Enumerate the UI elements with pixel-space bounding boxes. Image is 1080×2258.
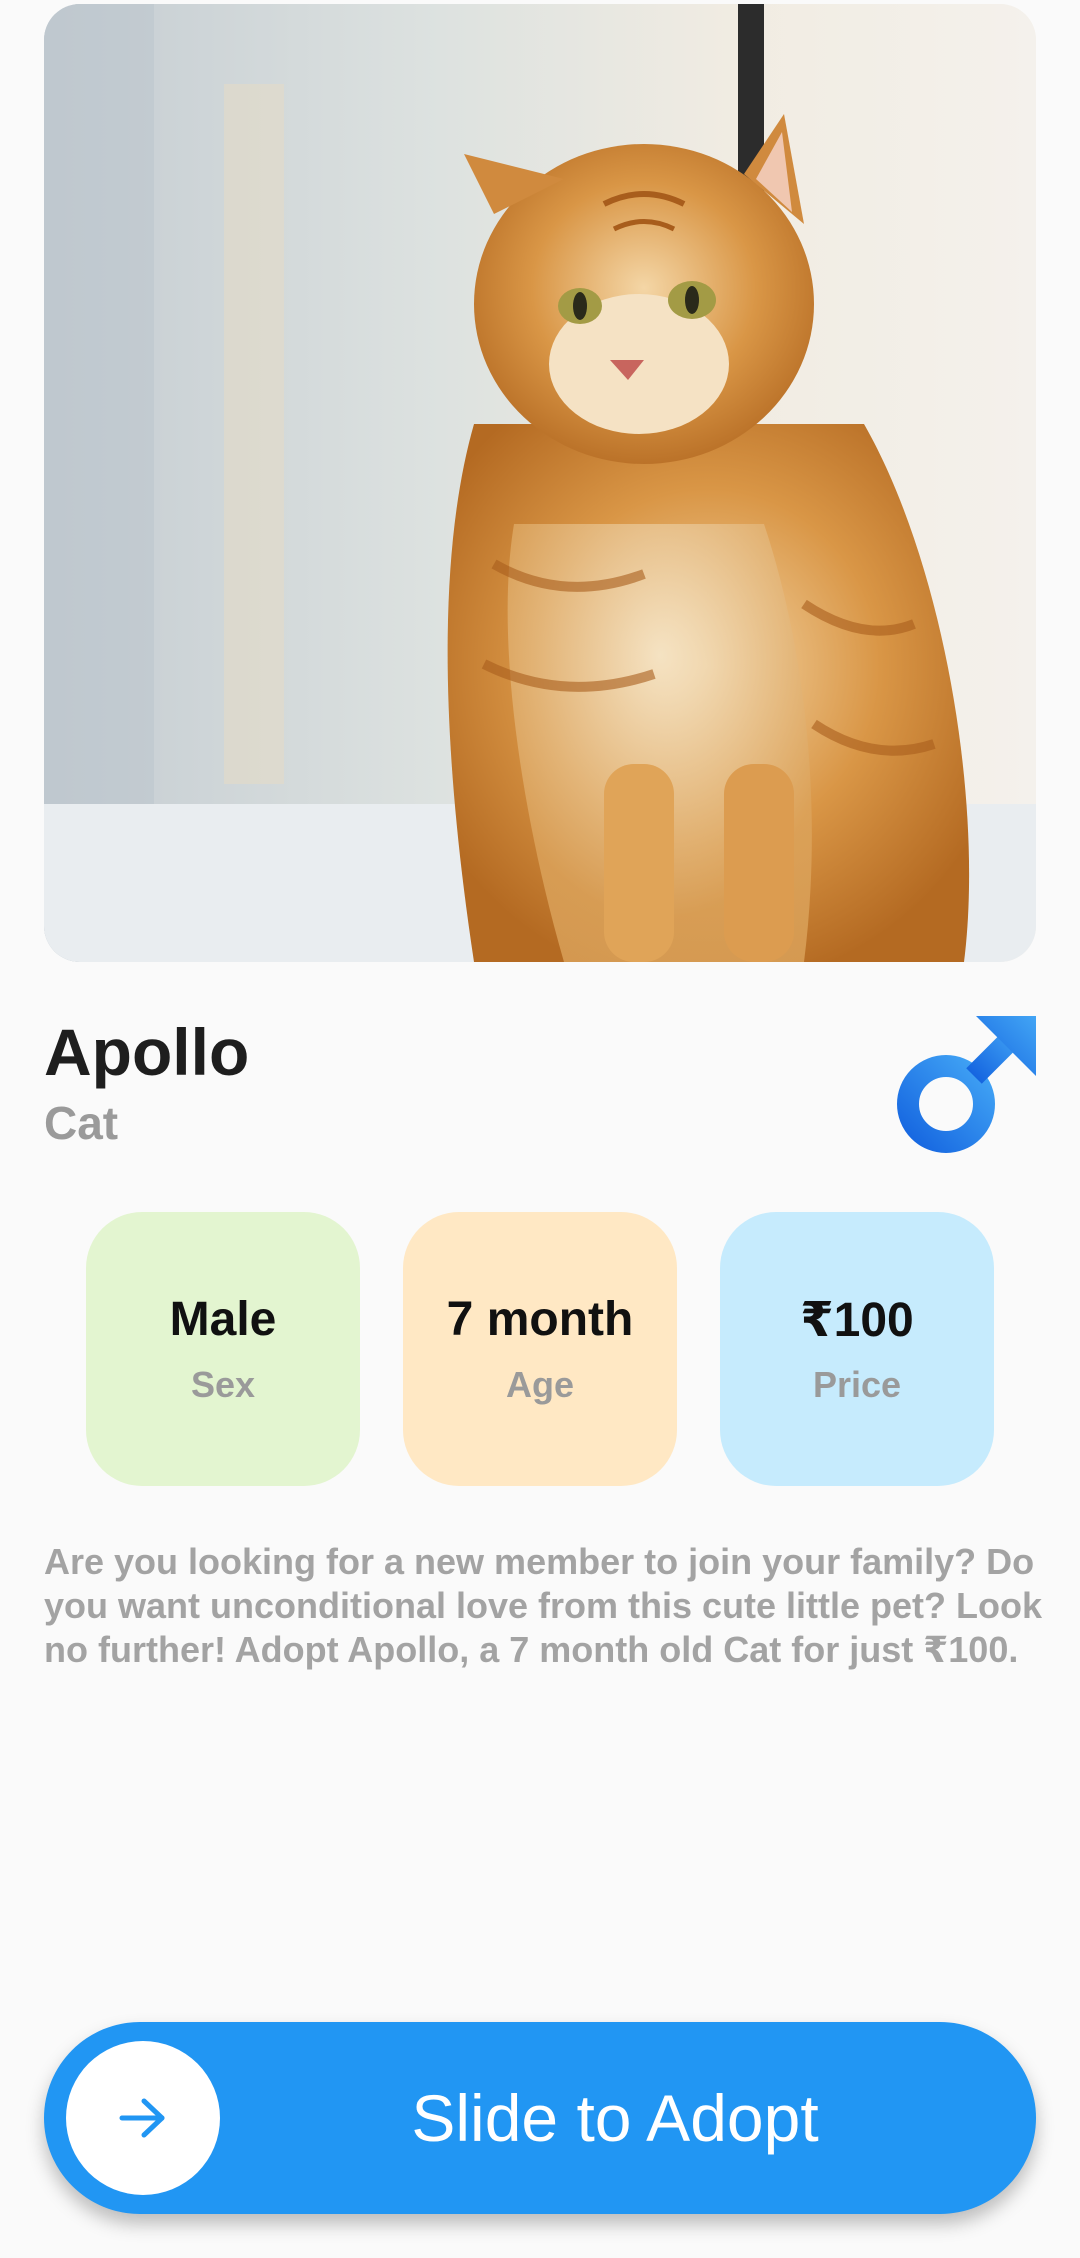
stat-value: 7 month	[446, 1293, 634, 1346]
stat-value: Male	[169, 1293, 277, 1346]
pet-name: Apollo	[44, 1015, 250, 1089]
stat-card-price: ₹100 Price	[720, 1212, 994, 1486]
stat-label: Price	[812, 1364, 902, 1405]
pet-photo	[44, 4, 1036, 962]
slider-handle[interactable]	[66, 2041, 220, 2195]
arrow-right-icon	[119, 2098, 165, 2138]
slider-label: Slide to Adopt	[411, 2081, 819, 2155]
stat-label: Age	[505, 1364, 574, 1405]
pet-species: Cat	[44, 1097, 119, 1149]
stat-label: Sex	[190, 1364, 256, 1405]
pet-description: Are you looking for a new member to join…	[44, 1541, 1043, 1670]
stat-value: ₹100	[800, 1294, 914, 1347]
slide-to-adopt-slider[interactable]: Slide to Adopt	[44, 2022, 1036, 2214]
stat-card-age: 7 month Age	[403, 1212, 677, 1486]
stat-card-sex: Male Sex	[86, 1212, 360, 1486]
male-symbol-icon	[896, 1014, 1038, 1156]
